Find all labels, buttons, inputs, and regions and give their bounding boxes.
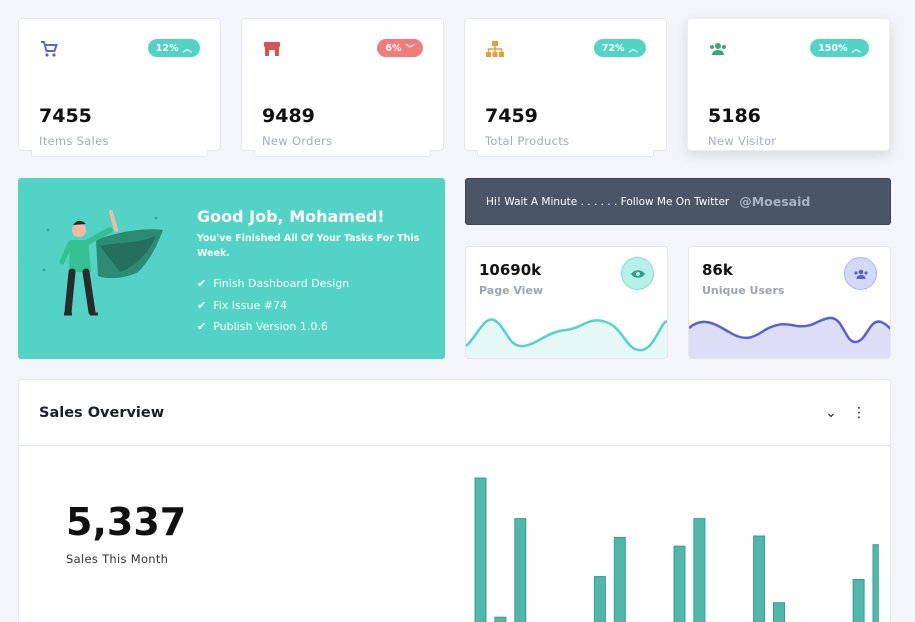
sales-overview-title: Sales Overview (39, 404, 165, 421)
congrats-banner: Good Job, Mohamed! You've Finished All O… (18, 178, 445, 359)
stat-value: 9489 (262, 105, 315, 127)
stat-label: New Visitor (708, 134, 777, 148)
sales-bar (753, 535, 766, 622)
chevron-down-icon: ﹀ (405, 44, 415, 55)
stat-card-total-products: 72% ︿ 7459 Total Products (464, 18, 667, 157)
stat-label: New Orders (262, 134, 333, 148)
store-icon (264, 42, 280, 56)
task-item: ✔ Finish Dashboard Design (197, 277, 350, 291)
collapse-chevron-icon[interactable]: ⌄ (820, 405, 842, 421)
sales-bar (514, 518, 527, 622)
sales-bar (494, 616, 507, 622)
banner-title: Good Job, Mohamed! (197, 207, 385, 226)
sales-bar (593, 576, 606, 622)
card-stack-edge (477, 150, 654, 157)
hierarchy-icon (486, 41, 504, 57)
stat-card-new-orders: 6% ﹀ 9489 New Orders (241, 18, 444, 157)
stat-card-items-sales: 12% ︿ 7455 Items Sales (18, 18, 221, 157)
sales-bar (852, 579, 865, 622)
check-icon: ✔ (197, 320, 207, 334)
trend-badge: 150% ︿ (810, 39, 869, 57)
twitter-follow-bar: Hi! Wait A Minute . . . . . . Follow Me … (465, 178, 891, 225)
sales-bar (613, 536, 626, 622)
stat-value: 7455 (39, 105, 92, 127)
check-icon: ✔ (197, 298, 207, 312)
page-view-card: 10690k Page View (465, 246, 668, 359)
sales-bar (872, 544, 879, 622)
unique-users-sparkline (689, 316, 890, 358)
unique-users-value: 86k (702, 261, 733, 279)
stat-value: 5186 (708, 105, 761, 127)
stat-value: 7459 (485, 105, 538, 127)
trend-badge: 72% ︿ (593, 39, 646, 57)
chevron-up-icon: ︿ (851, 44, 861, 55)
sales-overview-card: Sales Overview ⌄ ⋮ 5,337 Sales This Mont… (18, 379, 891, 622)
task-item: ✔ Fix Issue #74 (197, 298, 287, 312)
chevron-up-icon: ︿ (182, 44, 192, 55)
eye-icon (621, 257, 654, 290)
more-menu-icon[interactable]: ⋮ (848, 405, 870, 421)
superhero-illustration (42, 210, 163, 316)
users-icon (710, 43, 726, 55)
sales-bar (693, 518, 706, 622)
stat-label: Items Sales (39, 134, 109, 148)
stat-label: Total Products (485, 134, 570, 148)
chevron-up-icon: ︿ (628, 44, 638, 55)
task-list: ✔ Finish Dashboard Design ✔ Fix Issue #74 … (197, 273, 349, 338)
trend-badge: 12% ︿ (147, 39, 200, 57)
card-stack-edge (31, 150, 208, 157)
task-item: ✔ Publish Version 1.0.6 (197, 320, 328, 334)
tweet-message: Hi! Wait A Minute . . . . . . Follow Me … (486, 195, 730, 208)
sales-bar (474, 477, 487, 622)
sales-month-label: Sales This Month (66, 552, 169, 566)
sales-overview-header: Sales Overview ⌄ ⋮ (19, 380, 890, 446)
sales-bar-chart (474, 477, 879, 622)
cart-icon (41, 41, 58, 57)
page-view-label: Page View (479, 284, 544, 297)
page-view-value: 10690k (479, 261, 542, 279)
check-icon: ✔ (197, 277, 207, 291)
unique-users-label: Unique Users (702, 284, 785, 297)
trend-badge: 6% ﹀ (377, 39, 423, 57)
stat-card-new-visitor: 150% ︿ 5186 New Visitor (687, 18, 890, 151)
sales-month-value: 5,337 (66, 500, 187, 544)
banner-subtitle: You've Finished All Of Your Tasks For Th… (197, 233, 420, 259)
sales-bar (773, 602, 785, 622)
users-icon (844, 257, 877, 290)
page-view-sparkline (466, 318, 667, 358)
unique-users-card: 86k Unique Users (688, 246, 891, 359)
card-stack-edge (254, 150, 431, 157)
sales-bar (673, 545, 686, 622)
twitter-handle-link[interactable]: @Moesaid (739, 194, 810, 209)
